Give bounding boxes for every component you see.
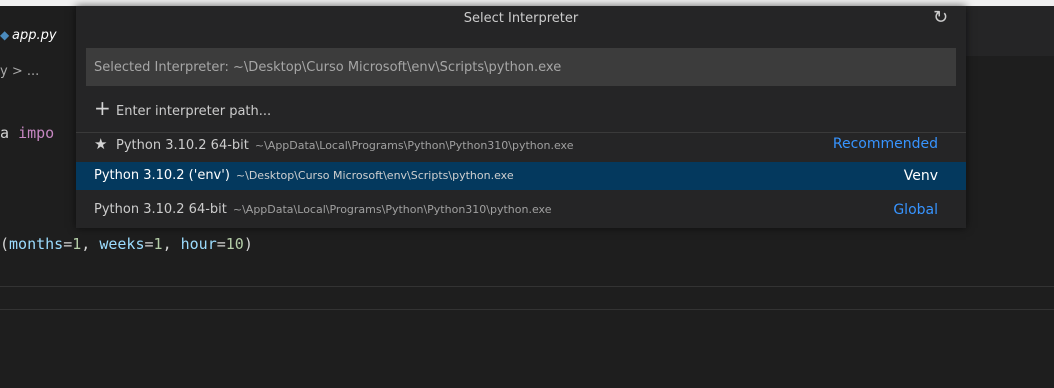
code-token: = [216,235,226,253]
interpreter-search-input[interactable] [86,48,956,86]
code-number: 1 [72,235,82,253]
code-param: months [9,235,64,253]
quickpick-item-python-global-recommended[interactable]: ★ Python 3.10.2 64-bit ~\AppData\Local\Pro… [76,130,966,158]
code-token: , [81,235,100,253]
item-label: Python 3.10.2 64-bit [116,138,249,153]
plus-icon: + [94,96,111,120]
code-number: 10 [225,235,244,253]
tab-label: app.py [12,28,57,43]
star-icon: ★ [94,135,108,153]
code-token: ) [243,235,253,253]
code-token: ( [0,235,10,253]
code-param: hour [180,235,217,253]
code-token: a [0,124,19,142]
global-badge: Global [893,202,938,218]
item-path: ~\AppData\Local\Programs\Python\Python31… [232,203,552,216]
breadcrumb[interactable]: y > ... [0,64,39,79]
editor-divider [0,309,1054,310]
code-token: = [63,235,73,253]
quickpick-title: Select Interpreter [463,11,579,26]
code-token: = [144,235,154,253]
quickpick-item-python-env[interactable]: Python 3.10.2 ('env') ~\Desktop\Curso Mic… [76,162,966,190]
item-label: Python 3.10.2 64-bit [94,202,227,217]
item-path: ~\AppData\Local\Programs\Python\Python31… [254,139,574,152]
quickpick-item-enter-path[interactable]: + Enter interpreter path... [76,94,966,122]
editor-tab-app-py[interactable]: ◆ app.py [0,6,78,56]
code-line-import[interactable]: a impo [0,124,54,142]
code-param: weeks [99,235,145,253]
python-file-icon: ◆ [0,28,10,42]
code-token: , [162,235,181,253]
venv-badge: Venv [903,168,938,184]
code-number: 1 [153,235,163,253]
refresh-icon[interactable]: ↻ [933,7,948,28]
select-interpreter-quickpick: Select Interpreter ↻ + Enter interpreter … [76,6,966,228]
editor-divider [0,286,1054,287]
quickpick-item-python-global[interactable]: Python 3.10.2 64-bit ~\AppData\Local\Prog… [76,196,966,224]
code-line-call[interactable]: (months=1, weeks=1, hour=10) [0,235,253,253]
code-keyword: impo [18,124,55,142]
item-label: Python 3.10.2 ('env') [94,168,230,183]
recommended-badge: Recommended [832,136,938,152]
item-label: Enter interpreter path... [116,104,272,119]
item-path: ~\Desktop\Curso Microsoft\env\Scripts\py… [235,169,514,182]
